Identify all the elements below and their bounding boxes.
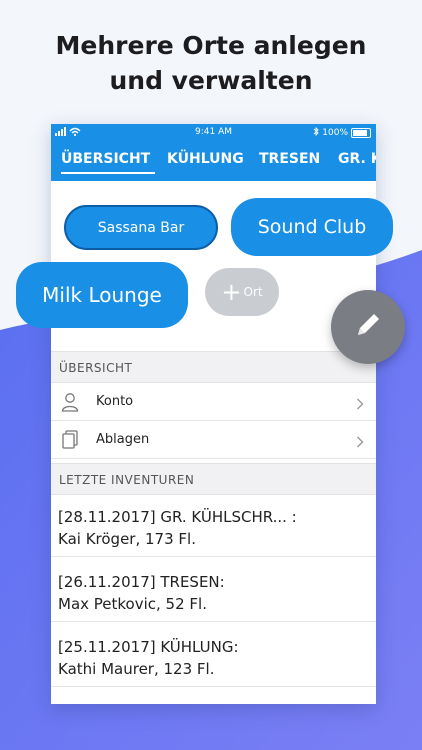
headline-line-2: und verwalten [109, 66, 313, 95]
list-item-label: Konto [96, 394, 134, 409]
battery-indicator: 100% [313, 126, 371, 139]
tab-gr-k[interactable]: GR. K [338, 151, 376, 167]
edit-button[interactable] [331, 290, 405, 364]
status-bar: 9:41 AM 100% [51, 124, 376, 141]
inventory-detail: Kathi Maurer, 123 Fl. [58, 660, 215, 678]
bluetooth-icon [313, 126, 319, 139]
inventory-item[interactable]: [25.11.2017] KÜHLUNG: Kathi Maurer, 123 … [51, 625, 376, 687]
inventory-title: [28.11.2017] GR. KÜHLSCHR... : [58, 508, 297, 526]
battery-icon [351, 128, 371, 138]
tab-bar: ÜBERSICHT KÜHLUNG TRESEN GR. K [51, 141, 376, 181]
list-item-konto[interactable]: Konto [51, 383, 376, 421]
chevron-right-icon [356, 395, 364, 414]
section-header-overview: ÜBERSICHT [51, 351, 376, 383]
inventory-title: [25.11.2017] KÜHLUNG: [58, 638, 239, 656]
inventory-item[interactable]: [26.11.2017] TRESEN: Max Petkovic, 52 Fl… [51, 560, 376, 622]
location-chip-sassana-bar[interactable]: Sassana Bar [64, 205, 218, 250]
tab-tresen[interactable]: TRESEN [259, 151, 320, 167]
add-location-label: Ort [243, 285, 263, 299]
add-location-button[interactable]: + Ort [205, 268, 279, 316]
documents-icon [61, 430, 79, 454]
plus-icon: + [221, 278, 242, 306]
pencil-icon [351, 308, 385, 346]
list-item-label: Ablagen [96, 432, 150, 447]
location-chip-sound-club[interactable]: Sound Club [231, 198, 393, 256]
user-icon [61, 392, 79, 416]
section-header-inventories: LETZTE INVENTUREN [51, 463, 376, 495]
chevron-right-icon [356, 433, 364, 452]
tab-uebersicht[interactable]: ÜBERSICHT [61, 151, 150, 167]
battery-percent: 100% [322, 128, 348, 138]
list-item-ablagen[interactable]: Ablagen [51, 421, 376, 459]
inventory-detail: Kai Kröger, 173 Fl. [58, 530, 196, 548]
headline-line-1: Mehrere Orte anlegen [55, 31, 367, 60]
inventory-detail: Max Petkovic, 52 Fl. [58, 595, 207, 613]
location-chip-milk-lounge[interactable]: Milk Lounge [16, 262, 188, 328]
active-tab-indicator [61, 172, 155, 174]
inventory-title: [26.11.2017] TRESEN: [58, 573, 225, 591]
inventory-item[interactable]: [28.11.2017] GR. KÜHLSCHR... : Kai Kröge… [51, 495, 376, 557]
headline: Mehrere Orte anlegen und verwalten [0, 28, 422, 98]
tab-kuehlung[interactable]: KÜHLUNG [167, 151, 244, 167]
